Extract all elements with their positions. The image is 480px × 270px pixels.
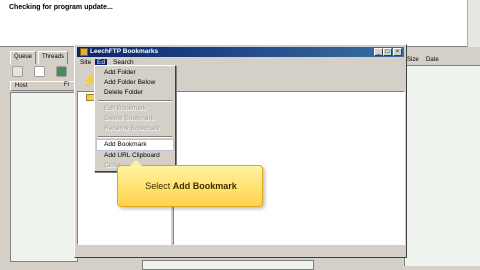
- minimize-button[interactable]: _: [374, 48, 383, 56]
- close-button[interactable]: ×: [393, 48, 402, 56]
- transfer-icon[interactable]: [56, 66, 67, 77]
- callout-emphasis: Add Bookmark: [172, 181, 237, 191]
- menu-item-add-folder[interactable]: Add Folder: [97, 68, 173, 78]
- menu-item-delete-bookmark[interactable]: Delete Bookmark: [97, 114, 173, 124]
- bottom-list-strip: [142, 260, 314, 270]
- new-file-icon[interactable]: [34, 66, 45, 77]
- dialog-title: LeechFTP Bookmarks: [90, 48, 159, 55]
- remote-file-list[interactable]: [404, 66, 480, 266]
- menu-item-add-folder-below[interactable]: Add Folder Below: [97, 78, 173, 88]
- instruction-callout: Select Add Bookmark: [117, 160, 264, 207]
- menu-separator: [98, 100, 172, 102]
- file-column-header[interactable]: Fi: [64, 82, 69, 88]
- edit-dropdown-menu: Add Folder Add Folder Below Delete Folde…: [94, 65, 176, 172]
- tab-threads[interactable]: Threads: [38, 51, 69, 64]
- menu-item-rename-bookmark[interactable]: Rename Bookmark: [97, 124, 173, 134]
- tab-queue[interactable]: Queue: [10, 51, 37, 64]
- dialog-status-area: [77, 247, 404, 255]
- menu-item-delete-folder[interactable]: Delete Folder: [97, 88, 173, 98]
- left-toolbar: [10, 65, 80, 79]
- menu-item-add-bookmark[interactable]: Add Bookmark: [96, 139, 174, 151]
- queue-list[interactable]: [10, 92, 78, 262]
- callout-text: Select Add Bookmark: [118, 181, 264, 191]
- host-column-header[interactable]: Host: [10, 81, 80, 91]
- size-column-header[interactable]: Size: [407, 57, 419, 63]
- menu-item-edit-bookmark[interactable]: Edit Bookmark: [97, 104, 173, 114]
- log-scrollbar[interactable]: [467, 0, 480, 47]
- date-column-header[interactable]: Date: [426, 57, 439, 63]
- maximize-button[interactable]: □: [383, 48, 392, 56]
- callout-prefix: Select: [145, 181, 173, 191]
- menu-site[interactable]: Site: [78, 59, 93, 66]
- connect-icon[interactable]: [12, 66, 23, 77]
- right-list-header: Size Date: [404, 56, 480, 66]
- bookmark-app-icon: [80, 48, 88, 56]
- dialog-title-bar[interactable]: LeechFTP Bookmarks _ □ ×: [77, 47, 404, 57]
- callout-pointer: [130, 160, 142, 166]
- log-text: Checking for program update...: [9, 4, 113, 11]
- log-panel: Checking for program update...: [0, 0, 480, 47]
- menu-separator: [98, 136, 172, 138]
